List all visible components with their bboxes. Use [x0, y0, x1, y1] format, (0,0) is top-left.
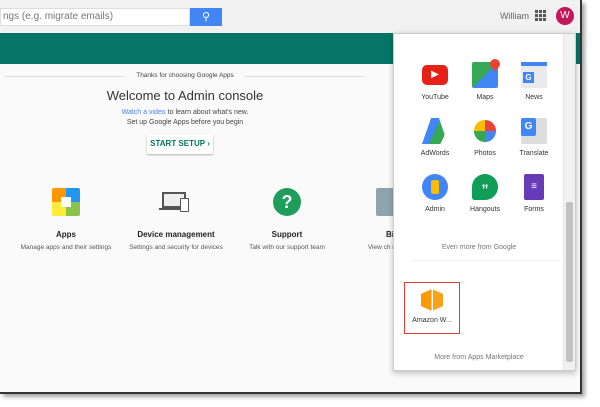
translate-icon: G	[521, 118, 547, 144]
top-bar: ngs (e.g. migrate emails) ⚲ William W	[0, 0, 580, 33]
apps-icon	[52, 188, 80, 216]
tile-title: Support	[271, 230, 303, 239]
tile-desc: Manage apps and their settings	[20, 244, 112, 251]
tile-title: Apps	[56, 230, 76, 239]
divider	[412, 260, 562, 261]
user-name[interactable]: William	[500, 11, 529, 21]
watch-video-link[interactable]: Watch a video	[122, 109, 166, 116]
thanks-text: Thanks for choosing Google Apps	[0, 72, 370, 79]
app-translate[interactable]: G Translate	[509, 118, 559, 157]
amazon-box-icon	[421, 289, 443, 311]
app-amazon-workspaces[interactable]: Amazon W...	[404, 282, 460, 334]
adwords-icon	[422, 118, 448, 144]
devices-icon	[159, 188, 190, 216]
scrollbar-thumb[interactable]	[566, 202, 573, 362]
maps-icon	[472, 56, 503, 88]
tile-support[interactable]: ? Support Talk with our support team	[237, 188, 337, 253]
admin-console-window: ngs (e.g. migrate emails) ⚲ William W Th…	[0, 0, 582, 394]
setup-line: Set up Google Apps before you begin	[126, 118, 244, 126]
tile-device-management[interactable]: Device management Settings and security …	[126, 188, 226, 253]
search-icon: ⚲	[201, 11, 211, 23]
photos-icon	[473, 119, 497, 143]
youtube-icon: ▶	[422, 65, 448, 85]
app-photos[interactable]: Photos	[460, 118, 510, 157]
panel-scrollbar[interactable]	[563, 34, 575, 370]
app-hangouts[interactable]: ” Hangouts	[460, 174, 510, 213]
apps-launcher-panel: ▶ YouTube Maps G News AdWords Photos G Tran…	[393, 33, 576, 371]
search-button[interactable]: ⚲	[190, 8, 222, 26]
start-setup-button[interactable]: START SETUP ›	[147, 134, 213, 154]
app-maps[interactable]: Maps	[460, 56, 510, 101]
tile-apps[interactable]: Apps Manage apps and their settings	[16, 188, 116, 253]
help-icon: ?	[273, 188, 301, 216]
avatar[interactable]: W	[556, 7, 574, 25]
more-marketplace-link[interactable]: More from Apps Marketplace	[394, 354, 564, 361]
app-forms[interactable]: ≡ Forms	[509, 174, 559, 213]
even-more-link[interactable]: Even more from Google	[394, 244, 564, 251]
search-input[interactable]: ngs (e.g. migrate emails)	[0, 8, 190, 26]
app-news[interactable]: G News	[509, 62, 559, 101]
page-title: Welcome to Admin console	[106, 88, 264, 103]
app-youtube[interactable]: ▶ YouTube	[410, 62, 460, 101]
app-label: Amazon W...	[412, 317, 452, 324]
tile-title: Device management	[137, 230, 215, 239]
news-icon: G	[521, 62, 547, 88]
app-adwords[interactable]: AdWords	[410, 118, 460, 157]
tile-desc: Settings and security for devices	[129, 244, 223, 251]
watch-rest: to learn about what's new.	[165, 109, 249, 116]
admin-icon	[422, 174, 448, 200]
forms-icon: ≡	[524, 174, 544, 200]
app-admin[interactable]: Admin	[410, 174, 460, 213]
welcome-description: Watch a video to learn about what's new.…	[0, 108, 370, 127]
apps-grid-icon[interactable]	[535, 10, 546, 21]
tile-desc: Talk with our support team	[249, 244, 325, 251]
hangouts-icon: ”	[472, 174, 498, 200]
